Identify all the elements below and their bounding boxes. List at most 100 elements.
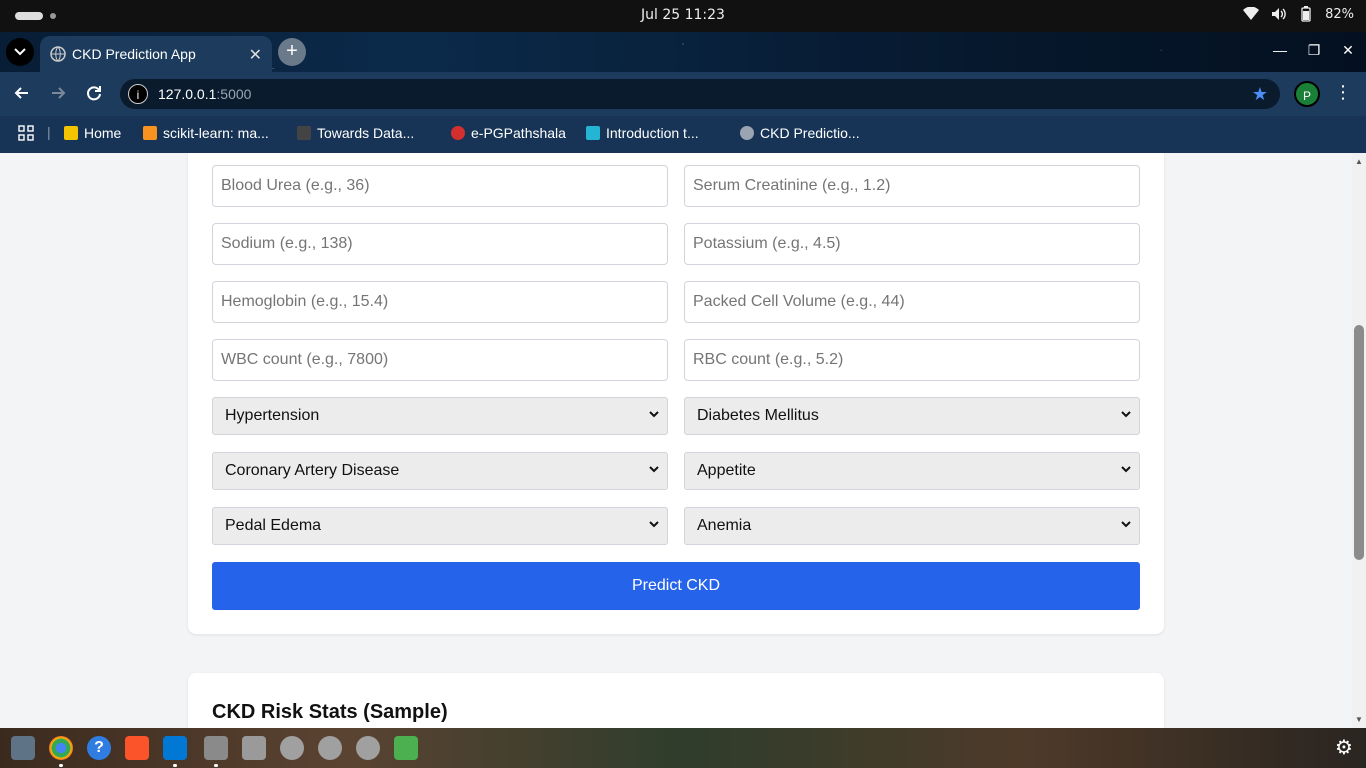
battery-icon: [1299, 6, 1313, 22]
chevron-down-icon: [649, 411, 659, 418]
chevron-down-icon: [14, 48, 26, 56]
new-tab-button[interactable]: +: [278, 38, 306, 66]
tds-icon: [297, 126, 311, 140]
help-icon[interactable]: ?: [87, 736, 111, 760]
maximize-icon[interactable]: ❐: [1306, 42, 1322, 59]
page-scrollbar[interactable]: ▲ ▼: [1352, 153, 1366, 728]
close-tab-icon[interactable]: ✕: [249, 45, 262, 65]
globe-icon: [50, 46, 66, 62]
potassium-input[interactable]: [684, 223, 1140, 265]
select-value: Appetite: [697, 462, 756, 479]
select-value: Diabetes Mellitus: [697, 407, 819, 424]
chrome-icon[interactable]: [49, 736, 73, 760]
epg-icon: [451, 126, 465, 140]
bookmark-home[interactable]: Home: [64, 125, 121, 141]
disk-icon[interactable]: [356, 736, 380, 760]
bookmark-introduction[interactable]: Introduction t...: [586, 125, 699, 141]
blood-urea-input[interactable]: [212, 165, 668, 207]
close-window-icon[interactable]: ✕: [1340, 42, 1356, 59]
window-controls: — ❐ ✕: [1272, 42, 1356, 59]
system-tray[interactable]: 82%: [1243, 6, 1354, 22]
hypertension-select[interactable]: Hypertension: [212, 397, 668, 435]
system-top-bar: Jul 25 11:23 82%: [0, 0, 1366, 32]
scroll-up-arrow-icon[interactable]: ▲: [1355, 157, 1363, 166]
chevron-down-icon: [1121, 521, 1131, 528]
risk-stats-card: CKD Risk Stats (Sample): [188, 673, 1164, 728]
archive-icon[interactable]: [242, 736, 266, 760]
chevron-down-icon: [649, 466, 659, 473]
intro-icon: [586, 126, 600, 140]
bookmark-label: Home: [84, 125, 122, 141]
show-apps-icon[interactable]: ⚙: [1332, 736, 1356, 760]
more-menu-icon[interactable]: ⋮: [1334, 82, 1352, 103]
url-text[interactable]: 127.0.0.1:5000: [158, 86, 251, 102]
back-arrow-icon[interactable]: [12, 83, 34, 105]
bookmark-label: Towards Data...: [317, 125, 415, 141]
select-value: Hypertension: [225, 407, 320, 424]
select-value: Coronary Artery Disease: [225, 462, 400, 479]
sodium-input[interactable]: [212, 223, 668, 265]
apps-grid-icon[interactable]: [18, 125, 34, 141]
volume-icon: [1271, 7, 1287, 21]
prediction-form-card: Hypertension Diabetes Mellitus Coronary …: [188, 153, 1164, 634]
address-bar[interactable]: i 127.0.0.1:5000 ★: [120, 79, 1280, 109]
running-indicator: [173, 764, 177, 767]
url-port: :5000: [216, 86, 252, 102]
files-icon[interactable]: [11, 736, 35, 760]
scrollbar-thumb[interactable]: [1354, 325, 1364, 560]
profile-avatar[interactable]: P: [1294, 81, 1320, 107]
settings-icon[interactable]: [204, 736, 228, 760]
bookmark-scikit-learn[interactable]: scikit-learn: ma...: [143, 125, 269, 141]
pedal-edema-select[interactable]: Pedal Edema: [212, 507, 668, 545]
tab-title: CKD Prediction App: [72, 46, 196, 62]
disk-icon[interactable]: [318, 736, 342, 760]
site-info-icon[interactable]: i: [128, 84, 148, 104]
folder-icon: [64, 126, 78, 140]
bookmark-towards-data[interactable]: Towards Data...: [297, 125, 414, 141]
brave-browser-icon[interactable]: [125, 736, 149, 760]
tab-strip: CKD Prediction App ✕ + — ❐ ✕: [0, 32, 1366, 72]
disk-icon[interactable]: [280, 736, 304, 760]
tab-search-button[interactable]: [6, 38, 34, 66]
select-value: Pedal Edema: [225, 517, 322, 534]
wbc-count-input[interactable]: [212, 339, 668, 381]
vscode-icon[interactable]: [163, 736, 187, 760]
running-indicator: [59, 764, 63, 767]
battery-percent: 82%: [1325, 6, 1354, 22]
serum-creatinine-input[interactable]: [684, 165, 1140, 207]
system-clock[interactable]: Jul 25 11:23: [0, 7, 1366, 23]
chevron-down-icon: [649, 521, 659, 528]
bookmark-label: scikit-learn: ma...: [163, 125, 269, 141]
minimize-icon[interactable]: —: [1272, 42, 1288, 59]
coronary-artery-disease-select[interactable]: Coronary Artery Disease: [212, 452, 668, 490]
select-value: Anemia: [697, 517, 752, 534]
chevron-down-icon: [1121, 466, 1131, 473]
bookmark-epgpathshala[interactable]: e-PGPathshala: [451, 125, 566, 141]
diabetes-mellitus-select[interactable]: Diabetes Mellitus: [684, 397, 1140, 435]
bookmark-star-icon[interactable]: ★: [1252, 84, 1268, 105]
reload-icon[interactable]: [84, 83, 106, 105]
anemia-select[interactable]: Anemia: [684, 507, 1140, 545]
appetite-select[interactable]: Appetite: [684, 452, 1140, 490]
browser-chrome: CKD Prediction App ✕ + — ❐ ✕ i 127.0.0.1…: [0, 32, 1366, 153]
url-host: 127.0.0.1: [158, 86, 217, 102]
browser-toolbar: i 127.0.0.1:5000 ★ P ⋮: [0, 72, 1366, 116]
trash-icon[interactable]: [394, 736, 418, 760]
os-taskbar: ? ⚙: [0, 728, 1366, 768]
bookmark-label: e-PGPathshala: [471, 125, 566, 141]
running-indicator: [214, 764, 218, 767]
predict-ckd-button[interactable]: Predict CKD: [212, 562, 1140, 610]
tab-ckd-prediction[interactable]: CKD Prediction App ✕: [40, 36, 272, 72]
globe-icon: [740, 126, 754, 140]
packed-cell-volume-input[interactable]: [684, 281, 1140, 323]
rbc-count-input[interactable]: [684, 339, 1140, 381]
wifi-icon: [1243, 7, 1260, 21]
bookmark-label: Introduction t...: [606, 125, 699, 141]
stats-heading: CKD Risk Stats (Sample): [212, 701, 448, 723]
bookmark-ckd-prediction[interactable]: CKD Predictio...: [740, 125, 860, 141]
hemoglobin-input[interactable]: [212, 281, 668, 323]
scroll-down-arrow-icon[interactable]: ▼: [1355, 715, 1363, 724]
forward-arrow-icon[interactable]: [48, 83, 70, 105]
chevron-down-icon: [1121, 411, 1131, 418]
page-viewport: Hypertension Diabetes Mellitus Coronary …: [0, 153, 1352, 728]
